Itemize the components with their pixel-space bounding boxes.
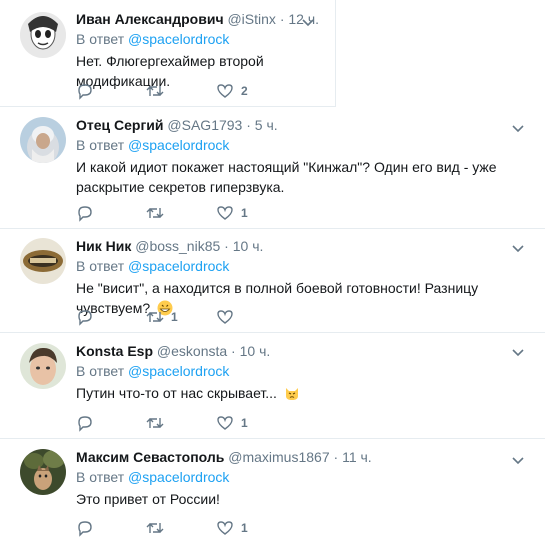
tweet-5[interactable]: Максим Севастополь @maximus1867 · 11 ч. … <box>0 439 545 541</box>
author-name[interactable]: Ник Ник <box>76 238 131 254</box>
chevron-down-icon[interactable] <box>511 453 525 467</box>
author-handle[interactable]: @SAG1793 <box>167 117 242 133</box>
author-name[interactable]: Максим Севастополь <box>76 449 224 465</box>
separator-dot: · <box>224 238 229 254</box>
separator-dot: · <box>279 11 285 27</box>
tweet-3[interactable]: Ник Ник @boss_nik85 · 10 ч. В ответ @spa… <box>0 229 545 333</box>
tweet-text: Путин что-то от нас скрывает... <box>76 385 277 401</box>
like-count: 1 <box>241 521 248 535</box>
tweet-4[interactable]: Konsta Esp @eskonsta · 10 ч. В ответ @sp… <box>0 333 545 439</box>
reply-icon <box>78 206 92 222</box>
timestamp[interactable]: 11 ч. <box>342 449 372 465</box>
reply-mention-link[interactable]: @spacelordrock <box>128 363 229 379</box>
reply-mention-link[interactable]: @spacelordrock <box>128 469 229 485</box>
tweet-actions: 1 <box>76 519 286 537</box>
reply-icon <box>78 416 92 432</box>
reply-button[interactable] <box>76 82 146 100</box>
reply-prefix: В ответ <box>76 137 125 153</box>
like-count: 1 <box>241 206 248 220</box>
reply-button[interactable] <box>76 519 146 537</box>
like-count: 1 <box>241 416 248 430</box>
like-count: 2 <box>241 84 248 98</box>
chevron-down-icon[interactable] <box>511 241 525 255</box>
avatar[interactable] <box>20 343 66 389</box>
like-button[interactable]: 1 <box>216 204 286 222</box>
reply-button[interactable] <box>76 204 146 222</box>
reply-prefix: В ответ <box>76 363 125 379</box>
tweet-actions: 1 <box>76 308 286 326</box>
reply-prefix: В ответ <box>76 258 125 274</box>
retweet-button[interactable]: 1 <box>146 308 216 326</box>
reply-icon <box>78 521 92 537</box>
chevron-down-icon[interactable] <box>301 15 315 29</box>
heart-icon <box>217 206 233 220</box>
reply-prefix: В ответ <box>76 469 125 485</box>
reply-icon <box>78 310 92 326</box>
reply-context: В ответ @spacelordrock <box>76 468 537 486</box>
heart-icon <box>217 84 233 98</box>
retweet-button[interactable] <box>146 204 216 222</box>
heart-icon <box>217 310 233 324</box>
reply-icon <box>78 84 92 100</box>
heart-icon <box>217 521 233 535</box>
retweet-icon <box>146 523 164 533</box>
author-name[interactable]: Иван Александрович <box>76 11 224 27</box>
retweet-button[interactable] <box>146 414 216 432</box>
retweet-count: 1 <box>171 310 178 324</box>
like-button[interactable]: 2 <box>216 82 286 100</box>
tweet-1[interactable]: Иван Александрович @iStinx · 12 ч. В отв… <box>0 0 336 107</box>
separator-dot: · <box>333 449 339 465</box>
timestamp[interactable]: 10 ч. <box>233 238 264 254</box>
avatar[interactable] <box>20 238 66 284</box>
retweet-icon <box>146 312 164 322</box>
tweet-actions: 1 <box>76 204 286 222</box>
reply-context: В ответ @spacelordrock <box>76 30 327 48</box>
reply-context: В ответ @spacelordrock <box>76 362 537 380</box>
reply-prefix: В ответ <box>76 31 125 47</box>
chevron-down-icon[interactable] <box>511 345 525 359</box>
retweet-icon <box>146 208 164 218</box>
reply-context: В ответ @spacelordrock <box>76 136 537 154</box>
author-handle[interactable]: @iStinx <box>227 11 275 27</box>
like-button[interactable] <box>216 308 286 326</box>
retweet-icon <box>146 418 164 428</box>
retweet-button[interactable] <box>146 519 216 537</box>
heart-icon <box>217 416 233 430</box>
avatar[interactable] <box>20 117 66 163</box>
timestamp[interactable]: 10 ч. <box>240 343 271 359</box>
like-button[interactable]: 1 <box>216 414 286 432</box>
retweet-button[interactable] <box>146 82 216 100</box>
retweet-icon <box>146 86 164 96</box>
reply-button[interactable] <box>76 414 146 432</box>
tweet-text: И какой идиот покажет настоящий "Кинжал"… <box>76 159 497 195</box>
reply-mention-link[interactable]: @spacelordrock <box>128 137 229 153</box>
tweet-text: Это привет от России! <box>76 491 220 507</box>
author-name[interactable]: Konsta Esp <box>76 343 153 359</box>
chevron-down-icon[interactable] <box>511 121 525 135</box>
author-handle[interactable]: @boss_nik85 <box>135 238 220 254</box>
reply-mention-link[interactable]: @spacelordrock <box>128 31 229 47</box>
pouting-cat-emoji <box>285 388 298 400</box>
timestamp[interactable]: 5 ч. <box>255 117 278 133</box>
author-handle[interactable]: @maximus1867 <box>228 449 329 465</box>
reply-button[interactable] <box>76 308 146 326</box>
separator-dot: · <box>231 343 236 359</box>
author-handle[interactable]: @eskonsta <box>157 343 227 359</box>
reply-context: В ответ @spacelordrock <box>76 257 537 275</box>
tweet-2[interactable]: Отец Сергий @SAG1793 · 5 ч. В ответ @spa… <box>0 107 545 229</box>
avatar[interactable] <box>20 12 66 58</box>
like-button[interactable]: 1 <box>216 519 286 537</box>
tweet-actions: 2 <box>76 82 286 100</box>
avatar[interactable] <box>20 449 66 495</box>
reply-mention-link[interactable]: @spacelordrock <box>128 258 229 274</box>
separator-dot: · <box>246 117 251 133</box>
tweet-actions: 1 <box>76 414 286 432</box>
tweet-text-row: Путин что-то от нас скрывает... <box>76 383 537 403</box>
author-name[interactable]: Отец Сергий <box>76 117 164 133</box>
